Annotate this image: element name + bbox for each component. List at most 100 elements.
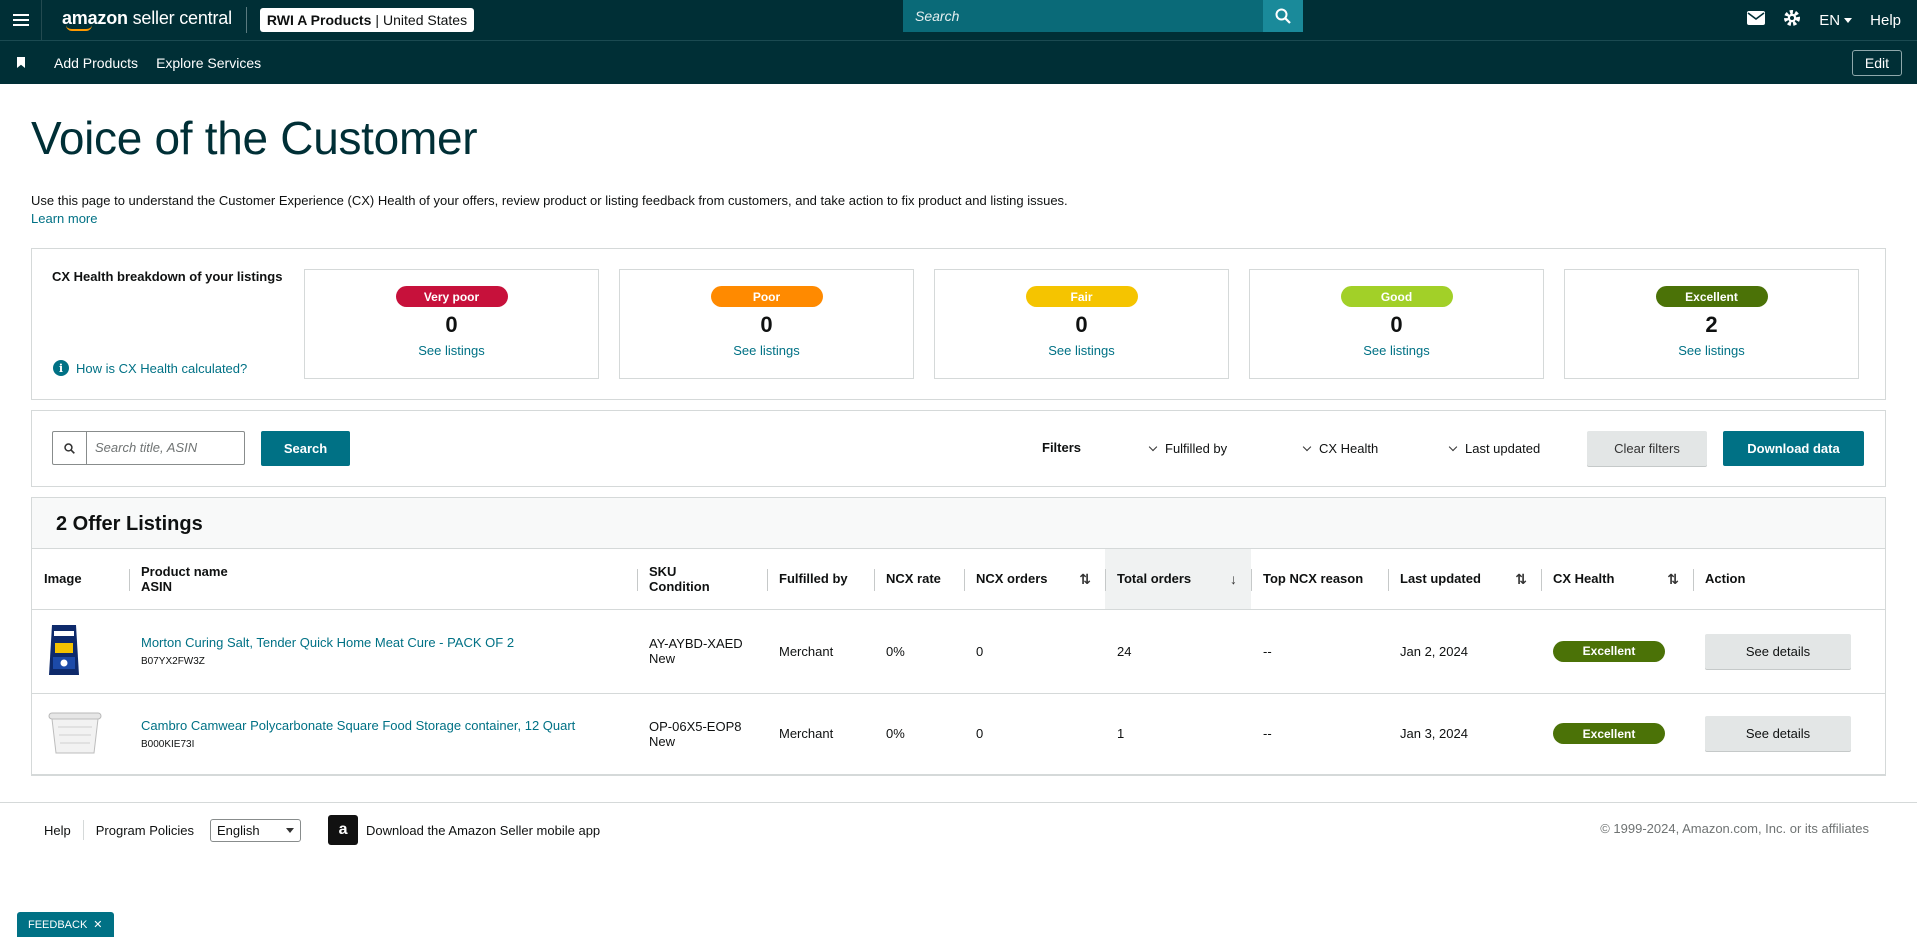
global-search-input[interactable]: Search: [903, 0, 1203, 32]
asin: B000KIE73I: [141, 738, 195, 750]
download-app-link[interactable]: Download the Amazon Seller mobile app: [366, 823, 600, 838]
product-image-salt[interactable]: [44, 621, 84, 679]
edit-button[interactable]: Edit: [1851, 50, 1902, 76]
action-cell: See details: [1693, 609, 1885, 694]
health-tile-very-poor: Very poor 0 See listings: [304, 269, 599, 379]
table-row: Cambro Camwear Polycarbonate Square Food…: [32, 693, 1885, 775]
asin: B07YX2FW3Z: [141, 656, 205, 667]
cx-health-cell: Excellent: [1541, 609, 1693, 694]
help-link[interactable]: Help: [1870, 12, 1901, 29]
total-orders-cell: 24: [1105, 609, 1251, 694]
status-badge: Excellent: [1655, 286, 1768, 307]
product-name-cell: Cambro Camwear Polycarbonate Square Food…: [129, 693, 637, 775]
global-search-input-ext[interactable]: [1203, 0, 1263, 32]
sort-icon[interactable]: ⇅: [1667, 571, 1679, 588]
chevron-down-icon: [1302, 442, 1312, 451]
health-title: CX Health breakdown of your listings: [52, 269, 283, 284]
col-last-updated[interactable]: Last updated ⇅: [1388, 549, 1541, 610]
status-badge: Very poor: [395, 286, 508, 307]
feedback-button[interactable]: FEEDBACK ✕: [17, 912, 114, 937]
status-badge: Good: [1340, 286, 1453, 307]
fulfilled-by-filter[interactable]: Fulfilled by: [1148, 441, 1227, 456]
see-details-button[interactable]: See details: [1705, 633, 1851, 669]
cx-health-breakdown: CX Health breakdown of your listings i H…: [31, 248, 1886, 400]
listings-table-card: 2 Offer Listings Image Product name ASIN …: [31, 497, 1886, 776]
seller-central-logo[interactable]: amazon seller central: [62, 9, 232, 31]
status-badge: Excellent: [1553, 640, 1665, 662]
see-listings-link[interactable]: See listings: [418, 343, 484, 358]
filters-label: Filters: [1042, 440, 1082, 455]
program-policies-link[interactable]: Program Policies: [96, 823, 194, 838]
top-reason-cell: --: [1251, 609, 1388, 694]
mail-icon[interactable]: [1747, 11, 1766, 29]
listings-heading: 2 Offer Listings: [32, 498, 1885, 549]
action-cell: See details: [1693, 693, 1885, 775]
col-ncx-rate: NCX rate: [874, 549, 964, 610]
product-image-container[interactable]: [44, 707, 106, 757]
filter-bar: Search title, ASIN Search Filters Fulfil…: [31, 410, 1886, 487]
search-icon[interactable]: [1263, 0, 1303, 32]
product-name-cell: Morton Curing Salt, Tender Quick Home Me…: [129, 609, 637, 694]
page-title: Voice of the Customer: [31, 112, 478, 164]
product-image-cell: [32, 609, 129, 694]
nav-add-products[interactable]: Add Products: [54, 55, 138, 71]
product-image-cell: [32, 693, 129, 775]
chevron-down-icon: [1148, 442, 1158, 451]
product-name-link[interactable]: Cambro Camwear Polycarbonate Square Food…: [141, 718, 625, 733]
col-ncx-orders[interactable]: NCX orders ⇅: [964, 549, 1105, 610]
gear-icon[interactable]: [1783, 9, 1801, 31]
search-icon: [53, 432, 87, 464]
see-listings-link[interactable]: See listings: [733, 343, 799, 358]
sort-descending-icon[interactable]: ↓: [1230, 571, 1237, 587]
see-listings-link[interactable]: See listings: [1678, 343, 1744, 358]
footer: Help Program Policies English a Download…: [0, 803, 1917, 858]
store-selector[interactable]: RWI A Products | United States: [259, 8, 475, 32]
col-total-orders[interactable]: Total orders ↓: [1105, 549, 1251, 610]
tile-count: 0: [1390, 312, 1403, 337]
last-updated-filter[interactable]: Last updated: [1448, 441, 1540, 456]
status-badge: Excellent: [1553, 723, 1665, 744]
info-icon: i: [53, 360, 69, 376]
clear-filters-button[interactable]: Clear filters: [1587, 431, 1707, 466]
fulfilled-by-cell: Merchant: [767, 693, 874, 775]
sub-nav: Add Products Explore Services Edit: [0, 40, 1917, 84]
search-button[interactable]: Search: [261, 431, 350, 466]
nav-explore-services[interactable]: Explore Services: [156, 55, 261, 71]
see-listings-link[interactable]: See listings: [1048, 343, 1114, 358]
language-selector[interactable]: EN: [1819, 12, 1853, 29]
tile-count: 0: [760, 312, 773, 337]
col-cx-health[interactable]: CX Health ⇅: [1541, 549, 1693, 610]
footer-language-select[interactable]: English: [210, 818, 302, 842]
total-orders-cell: 1: [1105, 693, 1251, 775]
last-updated-cell: Jan 2, 2024: [1388, 609, 1541, 694]
status-badge: Poor: [710, 286, 823, 307]
menu-icon[interactable]: [0, 0, 42, 40]
tile-count: 2: [1705, 312, 1718, 337]
top-bar: amazon seller central RWI A Products | Uni…: [0, 0, 1917, 40]
see-details-button[interactable]: See details: [1705, 716, 1851, 751]
bookmark-icon[interactable]: [17, 57, 25, 68]
product-name-link[interactable]: Morton Curing Salt, Tender Quick Home Me…: [141, 635, 625, 650]
divider: [245, 7, 247, 33]
footer-help-link[interactable]: Help: [44, 823, 71, 838]
sort-icon[interactable]: ⇅: [1515, 571, 1527, 588]
sku-cell: AY-AYBD-XAED New: [637, 609, 767, 694]
learn-more-link[interactable]: Learn more: [31, 211, 97, 226]
sort-icon[interactable]: ⇅: [1079, 571, 1091, 588]
top-reason-cell: --: [1251, 693, 1388, 775]
status-badge: Fair: [1025, 286, 1138, 307]
download-data-button[interactable]: Download data: [1723, 431, 1864, 466]
close-icon[interactable]: ✕: [93, 918, 102, 931]
cx-health-filter[interactable]: CX Health: [1302, 441, 1378, 456]
fulfilled-by-cell: Merchant: [767, 609, 874, 694]
copyright: © 1999-2024, Amazon.com, Inc. or its aff…: [1600, 820, 1869, 836]
caret-down-icon: [286, 827, 295, 833]
how-calc-link[interactable]: i How is CX Health calculated?: [53, 360, 247, 376]
amazon-app-icon[interactable]: a: [328, 815, 359, 845]
see-listings-link[interactable]: See listings: [1363, 343, 1429, 358]
last-updated-cell: Jan 3, 2024: [1388, 693, 1541, 775]
chevron-down-icon: [1448, 442, 1458, 451]
health-tile-excellent: Excellent 2 See listings: [1564, 269, 1859, 379]
page-intro: Use this page to understand the Customer…: [31, 193, 1068, 208]
listing-search-input[interactable]: Search title, ASIN: [52, 431, 245, 465]
